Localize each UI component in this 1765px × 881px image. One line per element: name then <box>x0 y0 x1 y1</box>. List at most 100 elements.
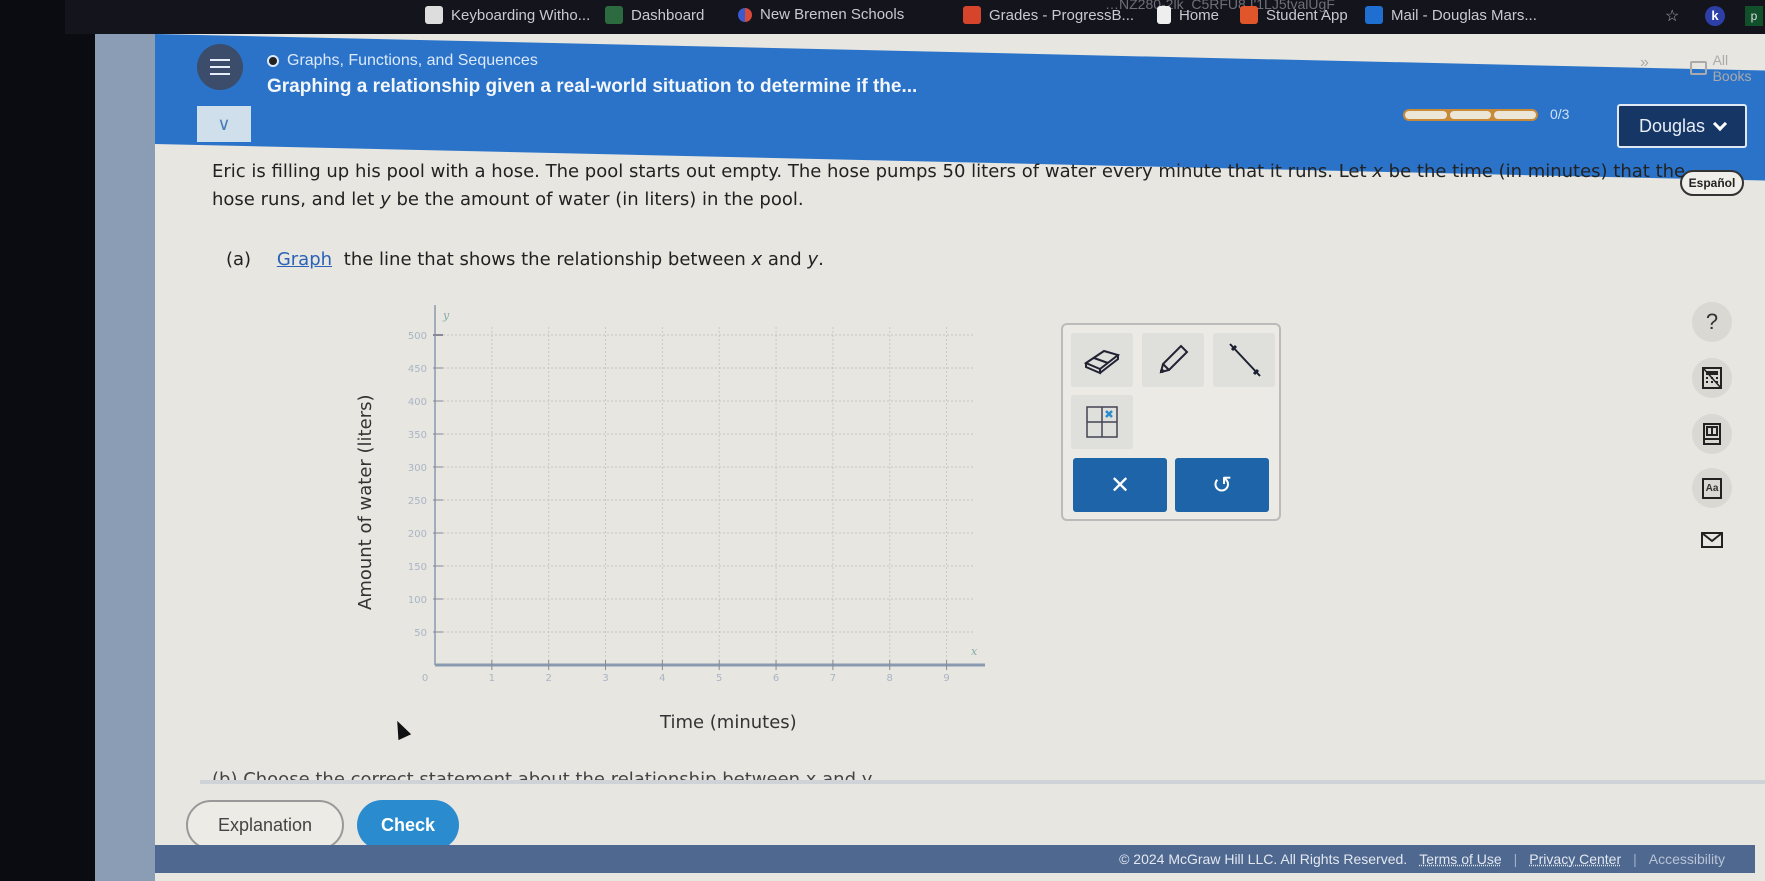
y-tick-label: 450 <box>408 364 427 375</box>
menu-button[interactable] <box>197 44 243 90</box>
help-icon: ? <box>1705 309 1719 334</box>
separator: | <box>1633 851 1637 867</box>
grades-icon <box>963 6 981 24</box>
bookmark-mail[interactable]: Mail - Douglas Mars... <box>1365 6 1537 24</box>
problem-text: Eric is filling up his pool with a hose.… <box>212 161 1373 182</box>
extension-k-icon[interactable]: k <box>1705 6 1725 26</box>
x-tick-label: 5 <box>716 673 722 684</box>
folder-icon <box>1690 61 1707 75</box>
graph-link[interactable]: Graph <box>277 249 332 270</box>
user-menu-button[interactable]: Douglas <box>1617 104 1747 148</box>
x-tick-label: 1 <box>489 673 495 684</box>
bookmark-star-icon[interactable]: ☆ <box>1665 6 1679 26</box>
bookmark-label: Student App <box>1266 6 1348 24</box>
keyboarding-icon <box>425 6 443 24</box>
terms-link[interactable]: Terms of Use <box>1419 851 1501 867</box>
point-tool[interactable] <box>1071 395 1133 449</box>
left-strip <box>95 34 155 881</box>
calculator-icon <box>1702 367 1722 389</box>
bookmark-label: Mail - Douglas Mars... <box>1391 6 1537 24</box>
more-bookmarks-button[interactable]: » <box>1640 54 1649 72</box>
undo-button[interactable]: ↺ <box>1175 458 1269 512</box>
bookmark-grades[interactable]: Grades - ProgressB... <box>963 6 1134 24</box>
progress-segment <box>1405 111 1447 119</box>
copyright-text: © 2024 McGraw Hill LLC. All Rights Reser… <box>1119 851 1408 867</box>
y-tick-label: 350 <box>408 430 427 441</box>
problem-statement: Eric is filling up his pool with a hose.… <box>212 158 1692 214</box>
screen: …NZ280-2lk_C5RFU8 I'1LJ5tvalUgF Keyboard… <box>0 0 1765 881</box>
hamburger-icon <box>210 59 230 61</box>
chapter-title: Graphs, Functions, and Sequences <box>267 52 538 70</box>
x-tick-label: 8 <box>887 673 893 684</box>
accessibility-link[interactable]: Accessibility <box>1649 851 1725 867</box>
bookmark-label: Keyboarding Witho... <box>451 6 591 24</box>
divider <box>200 780 1765 784</box>
progress-segment <box>1449 111 1492 119</box>
x-tick-label: 3 <box>602 673 608 684</box>
part-a-prompt: (a) Graph the line that shows the relati… <box>226 249 824 270</box>
bookmark-dashboard[interactable]: Dashboard <box>605 6 704 24</box>
pencil-tool[interactable] <box>1142 333 1204 387</box>
outlook-icon <box>1365 6 1383 24</box>
y-tick-label: 150 <box>408 562 427 573</box>
pencil-icon <box>1159 344 1189 374</box>
part-b-prompt: (b) Choose the correct statement about t… <box>212 769 876 780</box>
collapse-button[interactable]: ∨ <box>197 106 251 142</box>
calculator-button[interactable] <box>1692 358 1732 398</box>
var-x: x <box>1372 161 1383 182</box>
message-button[interactable] <box>1692 520 1732 560</box>
check-button[interactable]: Check <box>357 800 459 850</box>
bookmark-keyboarding[interactable]: Keyboarding Witho... <box>425 6 590 24</box>
book-icon <box>1703 423 1721 445</box>
close-icon: ✕ <box>1109 471 1131 499</box>
bookmark-new-bremen[interactable]: New Bremen Schools <box>738 6 904 23</box>
school-icon <box>738 7 752 22</box>
bookmark-label: Home <box>1179 6 1220 24</box>
privacy-link[interactable]: Privacy Center <box>1529 851 1621 867</box>
bookmark-label: Grades - ProgressB... <box>989 6 1135 24</box>
all-bookmarks-button[interactable]: All Books <box>1690 52 1765 84</box>
bookmark-label: Dashboard <box>631 6 705 24</box>
undo-icon: ↺ <box>1211 471 1233 499</box>
etextbook-button[interactable] <box>1692 414 1732 454</box>
explanation-button[interactable]: Explanation <box>186 800 344 850</box>
y-tick-label: 50 <box>414 628 427 639</box>
line-segment-icon <box>1229 343 1261 377</box>
user-name: Douglas <box>1638 115 1706 136</box>
extension-p-icon[interactable]: p <box>1745 6 1763 26</box>
header: Graphs, Functions, and Sequences Graphin… <box>155 34 1765 144</box>
graph-canvas[interactable]: y x 50 100 150 200 250 300 350 400 450 500 0 1 2 3 4 5 6 7 8… <box>340 290 1040 690</box>
bookmark-student-app[interactable]: Student App <box>1240 6 1348 24</box>
x-tick-label: 4 <box>659 673 665 684</box>
part-a-label: (a) <box>226 249 252 270</box>
part-a-text: the line that shows the relationship bet… <box>343 249 752 270</box>
y-tick-label: 250 <box>408 496 427 507</box>
bookmarks-bar: …NZ280-2lk_C5RFU8 I'1LJ5tvalUgF Keyboard… <box>65 0 1765 34</box>
graph-point-icon <box>1086 406 1118 438</box>
dictionary-icon: Aa <box>1701 477 1723 499</box>
x-tick-label: 0 <box>422 673 428 684</box>
all-bookmarks-label: All Books <box>1712 52 1752 84</box>
clear-button[interactable]: ✕ <box>1073 458 1167 512</box>
graph-toolbox: ✕ ↺ <box>1061 323 1281 521</box>
line-tool[interactable] <box>1213 333 1275 387</box>
x-axis-label: Time (minutes) <box>660 712 797 733</box>
separator: | <box>1513 851 1518 867</box>
status-dot-icon <box>267 55 279 67</box>
eraser-icon <box>1083 349 1121 375</box>
chevron-down-icon <box>1712 116 1728 131</box>
var-x: x <box>751 249 763 270</box>
bookmark-label: New Bremen Schools <box>760 6 905 23</box>
x-tick-label: 6 <box>773 673 779 684</box>
part-a-text: . <box>818 249 824 270</box>
progress-segment <box>1494 111 1537 119</box>
eraser-tool[interactable] <box>1071 333 1133 387</box>
y-tick-label: 200 <box>408 529 427 540</box>
progress-bar <box>1403 109 1538 121</box>
help-button[interactable]: ? <box>1692 302 1732 342</box>
mail-icon <box>1701 532 1723 548</box>
dictionary-button[interactable]: Aa <box>1692 468 1732 508</box>
dashboard-icon <box>605 6 623 24</box>
y-tick-label: 100 <box>408 595 427 606</box>
bookmark-home[interactable]: Home <box>1157 6 1219 24</box>
